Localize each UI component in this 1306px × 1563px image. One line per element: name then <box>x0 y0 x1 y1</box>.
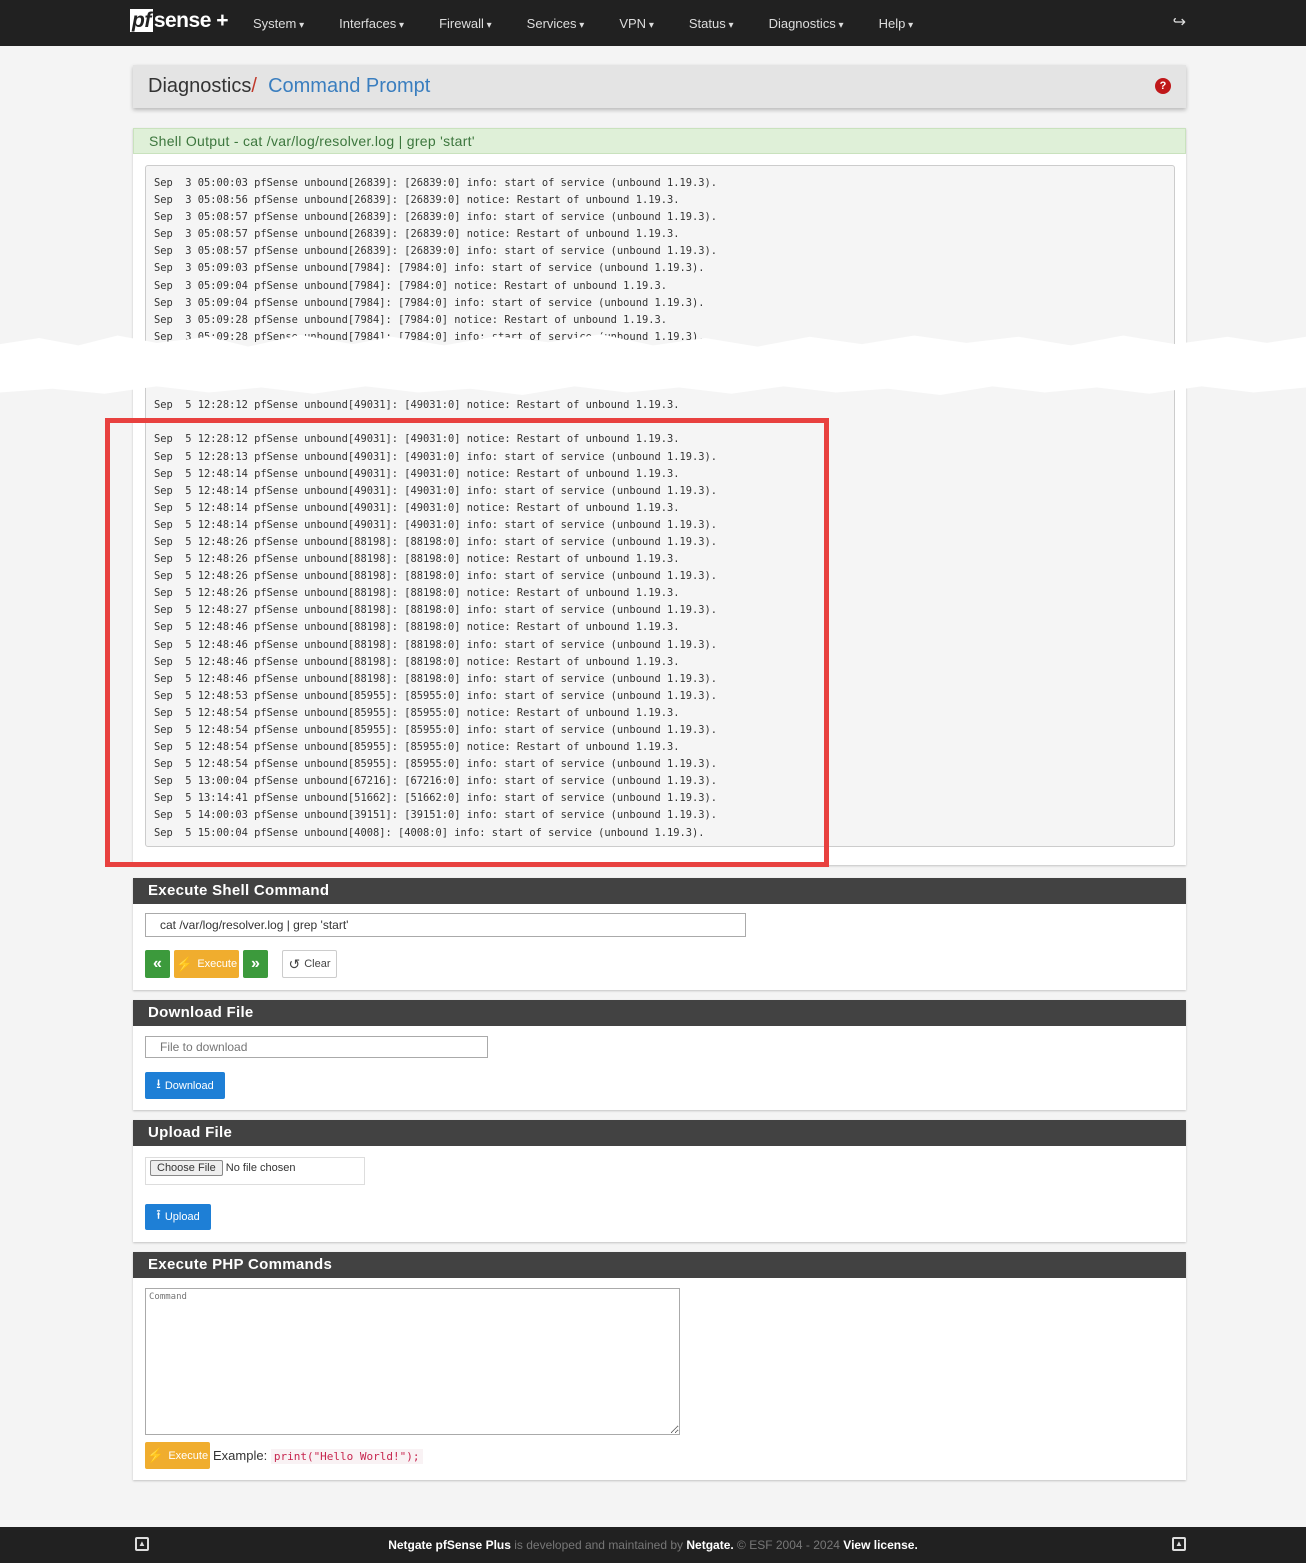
log-line: Sep 3 05:08:56 pfSense unbound[26839]: [… <box>154 194 680 207</box>
download-icon: ⭳ <box>156 1075 161 1091</box>
menu-help[interactable]: Help <box>879 16 914 31</box>
scroll-top-icon[interactable]: ▲ <box>1172 1537 1186 1551</box>
execute-shell-title: Execute Shell Command <box>133 878 1186 904</box>
php-example: Example: print("Hello World!"); <box>213 1448 423 1464</box>
log-line: Sep 3 05:09:04 pfSense unbound[7984]: [7… <box>154 296 705 309</box>
execute-shell-button[interactable]: ⚡ Execute <box>174 950 239 978</box>
download-file-input[interactable] <box>145 1036 488 1058</box>
log-line: Sep 3 05:09:04 pfSense unbound[7984]: [7… <box>154 279 667 292</box>
menu-interfaces[interactable]: Interfaces <box>339 16 404 31</box>
navbar: pfsense + System Interfaces Firewall Ser… <box>0 0 1306 46</box>
previous-command-button[interactable]: « <box>145 950 170 978</box>
upload-button[interactable]: ⭱ Upload <box>145 1204 211 1230</box>
log-line: Sep 3 05:09:28 pfSense unbound[7984]: [7… <box>154 313 667 326</box>
next-command-button[interactable]: » <box>243 950 268 978</box>
main-menu: System Interfaces Firewall Services VPN … <box>253 0 948 46</box>
netgate-link[interactable]: Netgate. <box>686 1538 733 1552</box>
php-title: Execute PHP Commands <box>133 1252 1186 1278</box>
menu-status[interactable]: Status <box>689 16 734 31</box>
menu-firewall[interactable]: Firewall <box>439 16 492 31</box>
upload-icon: ⭱ <box>156 1207 161 1222</box>
choose-file-button[interactable]: Choose File <box>150 1160 223 1176</box>
upload-title: Upload File <box>133 1120 1186 1146</box>
no-file-label: No file chosen <box>225 1162 296 1174</box>
log-line: Sep 3 05:00:03 pfSense unbound[26839]: [… <box>154 177 718 189</box>
bolt-icon: ⚡ <box>146 1447 165 1463</box>
log-line: Sep 3 05:08:57 pfSense unbound[26839]: [… <box>154 245 718 258</box>
breadcrumb: Diagnostics/ Command Prompt ? <box>133 65 1186 108</box>
menu-vpn[interactable]: VPN <box>619 16 654 31</box>
breadcrumb-parent[interactable]: Diagnostics <box>148 75 251 97</box>
view-license-link[interactable]: View license. <box>843 1538 918 1552</box>
shell-output-title: Shell Output - cat /var/log/resolver.log… <box>133 128 1186 154</box>
menu-services[interactable]: Services <box>527 16 585 31</box>
upload-file-input[interactable]: Choose File No file chosen <box>145 1157 365 1185</box>
menu-diagnostics[interactable]: Diagnostics <box>769 16 844 31</box>
logout-icon[interactable]: ↪ <box>1173 12 1186 32</box>
undo-icon: ↺ <box>288 955 301 972</box>
scroll-top-icon[interactable]: ▲ <box>135 1537 149 1551</box>
breadcrumb-separator: / <box>251 75 257 97</box>
download-button[interactable]: ⭳ Download <box>145 1072 225 1099</box>
clear-button[interactable]: ↺ Clear <box>282 950 337 978</box>
log-line: Sep 3 05:08:57 pfSense unbound[26839]: [… <box>154 228 680 241</box>
download-title: Download File <box>133 1000 1186 1026</box>
pfsense-logo[interactable]: pf sense + <box>130 9 228 33</box>
log-line: Sep 3 05:08:57 pfSense unbound[26839]: [… <box>154 211 718 224</box>
footer: ▲ Netgate pfSense Plus is developed and … <box>0 1527 1306 1563</box>
help-icon[interactable]: ? <box>1155 78 1171 94</box>
shell-command-input[interactable] <box>145 913 746 937</box>
log-line: Sep 3 05:09:03 pfSense unbound[7984]: [7… <box>154 262 705 275</box>
breadcrumb-current[interactable]: Command Prompt <box>268 75 430 97</box>
bolt-icon: ⚡ <box>175 955 194 972</box>
menu-system[interactable]: System <box>253 16 304 31</box>
log-line: Sep 5 12:28:12 pfSense unbound[49031]: [… <box>154 399 680 412</box>
highlight-box <box>105 418 829 867</box>
php-command-textarea[interactable] <box>145 1288 680 1435</box>
execute-php-button[interactable]: ⚡ Execute <box>145 1442 210 1469</box>
